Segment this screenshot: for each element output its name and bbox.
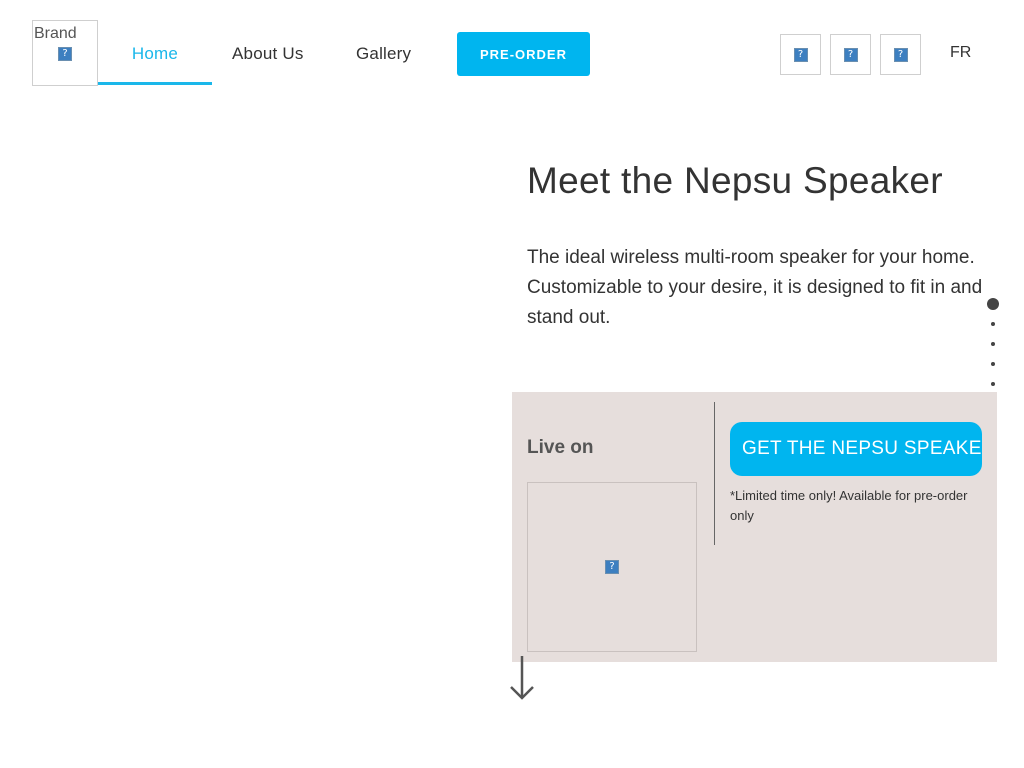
nav-active-underline	[98, 82, 212, 85]
section-dot-2[interactable]	[991, 322, 995, 326]
broken-image-icon: ?	[605, 560, 619, 574]
section-dot-3[interactable]	[991, 342, 995, 346]
language-switch[interactable]: FR	[950, 44, 971, 62]
section-dot-4[interactable]	[991, 362, 995, 366]
arrow-down-icon[interactable]	[508, 654, 536, 702]
broken-image-icon: ?	[58, 47, 72, 61]
hero-description: The ideal wireless multi-room speaker fo…	[527, 247, 983, 328]
social-link-2[interactable]: ?	[830, 34, 871, 75]
broken-image-icon: ?	[893, 47, 908, 62]
social-link-3[interactable]: ?	[880, 34, 921, 75]
pre-order-button[interactable]: PRE-ORDER	[457, 32, 590, 76]
broken-image-icon: ?	[843, 47, 858, 62]
live-on-image[interactable]: ?	[527, 482, 697, 652]
social-link-1[interactable]: ?	[780, 34, 821, 75]
section-dot-5[interactable]	[991, 382, 995, 386]
nav-gallery[interactable]: Gallery	[356, 44, 411, 64]
brand-logo[interactable]: Brand ?	[32, 20, 98, 86]
nav-home[interactable]: Home	[98, 44, 212, 64]
hero-title: Meet the Nepsu Speaker	[527, 160, 943, 201]
fine-print: *Limited time only! Available for pre-or…	[730, 488, 968, 523]
live-on-label: Live on	[527, 437, 594, 458]
broken-image-icon: ?	[793, 47, 808, 62]
get-speaker-button[interactable]: GET THE NEPSU SPEAKER	[730, 422, 982, 476]
nav-about-us[interactable]: About Us	[232, 44, 304, 64]
brand-text: Brand	[34, 25, 77, 42]
cta-panel: Live on ? GET THE NEPSU SPEAKER *Limited…	[512, 392, 997, 662]
section-dot-1[interactable]	[987, 298, 999, 310]
panel-divider	[714, 402, 715, 545]
